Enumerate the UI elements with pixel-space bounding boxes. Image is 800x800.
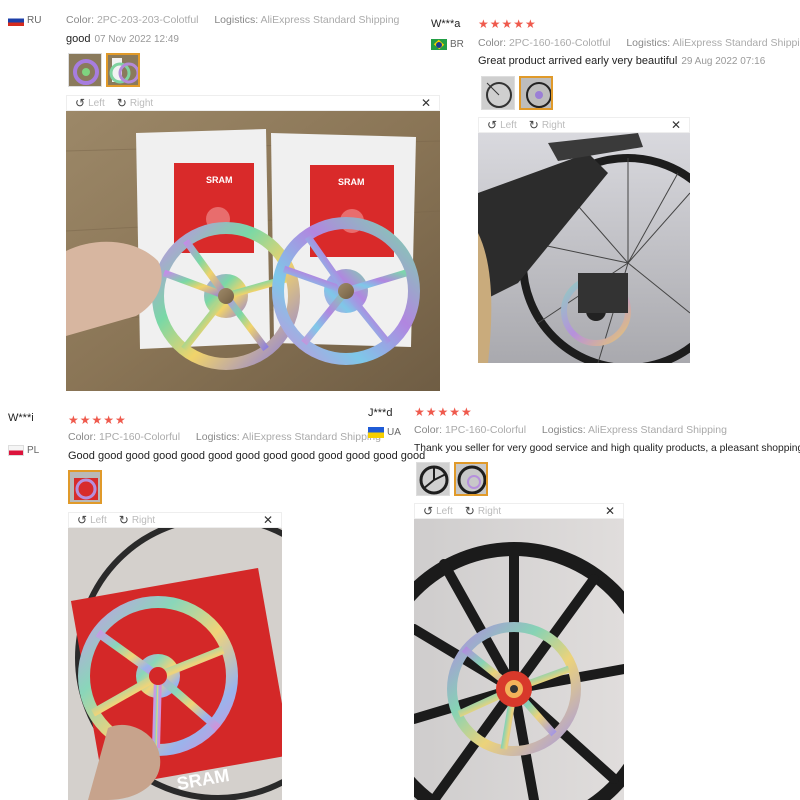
rotate-left-button[interactable]: ↺ Left (77, 514, 107, 526)
review-3-viewer-toolbar: ↺ Left ↻ Right ✕ (68, 512, 282, 528)
review-4-photo (414, 519, 624, 800)
review-4-username: J***d (368, 407, 393, 419)
review-3-username: W***i (8, 412, 34, 424)
review-1-photo: SRAM SRAM (66, 111, 440, 391)
rotate-left-button[interactable]: ↺ Left (75, 97, 105, 109)
rotate-left-icon: ↺ (77, 513, 88, 527)
review-3-thumbnails (68, 470, 102, 504)
close-viewer-button[interactable]: ✕ (263, 513, 273, 527)
review-2-color: 2PC-160-160-Colotful (508, 37, 611, 49)
review-4-color: 1PC-160-Colorful (444, 424, 527, 436)
sram-logo-1: SRAM (206, 175, 233, 185)
review-2-country: BR (431, 39, 464, 50)
ukraine-flag-icon (368, 427, 384, 438)
review-1-thumbnail-2[interactable] (106, 53, 140, 87)
close-viewer-button[interactable]: ✕ (421, 96, 431, 110)
rotate-right-icon: ↻ (464, 504, 475, 518)
review-4-text: Thank you seller for very good service a… (414, 443, 800, 454)
review-4-rating-stars: ★★★★★ (414, 405, 473, 419)
review-4-logistics: AliExpress Standard Shipping (588, 424, 727, 436)
review-4-thumbnail-2[interactable] (454, 462, 488, 496)
review-2-thumbnail-1[interactable] (481, 76, 515, 110)
review-3-rating-stars: ★★★★★ (68, 413, 127, 427)
rotate-right-button[interactable]: ↻ Right (465, 505, 501, 517)
review-1-thumbnail-1[interactable] (68, 53, 102, 87)
rotate-right-icon: ↻ (118, 513, 129, 527)
review-2-thumbnails (481, 76, 553, 110)
review-2-date: 29 Aug 2022 07:16 (681, 56, 766, 67)
review-1-meta: Color: 2PC-203-203-Colotful Logistics: A… (66, 14, 400, 26)
review-2-photo (478, 133, 690, 363)
rotate-right-button[interactable]: ↻ Right (529, 119, 565, 131)
rotate-right-button[interactable]: ↻ Right (117, 97, 153, 109)
review-4-thumbnail-1[interactable] (416, 462, 450, 496)
review-2-logistics: AliExpress Standard Shipping (672, 37, 800, 49)
rotate-right-icon: ↻ (116, 96, 127, 110)
review-3-logistics: AliExpress Standard Shipping (242, 431, 381, 443)
review-1-viewer-toolbar: ↺ Left ↻ Right ✕ (66, 95, 440, 111)
brazil-flag-icon (431, 39, 447, 50)
review-2-text: Great product arrived early very beautif… (478, 55, 766, 67)
review-2-username: W***a (431, 18, 461, 30)
rotate-right-button[interactable]: ↻ Right (119, 514, 155, 526)
close-viewer-button[interactable]: ✕ (671, 118, 681, 132)
poland-flag-icon (8, 445, 24, 456)
rotate-right-icon: ↻ (528, 118, 539, 132)
rotate-left-icon: ↺ (487, 118, 498, 132)
review-1-text: good 07 Nov 2022 12:49 (66, 33, 179, 45)
review-3-thumbnail-1[interactable] (68, 470, 102, 504)
review-2-viewer-toolbar: ↺ Left ↻ Right ✕ (478, 117, 690, 133)
review-2-meta: Color: 2PC-160-160-Colotful Logistics: A… (478, 37, 800, 49)
review-4-viewer-toolbar: ↺ Left ↻ Right ✕ (414, 503, 624, 519)
review-1-date: 07 Nov 2022 12:49 (94, 34, 179, 45)
review-3-text: Good good good good good good good good … (68, 450, 426, 462)
rotate-left-button[interactable]: ↺ Left (487, 119, 517, 131)
review-1-country: RU (8, 15, 41, 26)
review-3-photo: SRAM (68, 528, 282, 800)
rotate-left-icon: ↺ (75, 96, 86, 110)
review-3-color: 1PC-160-Colorful (98, 431, 181, 443)
review-2-rating-stars: ★★★★★ (478, 17, 537, 31)
review-3-country: PL (8, 445, 39, 456)
review-4-meta: Color: 1PC-160-Colorful Logistics: AliEx… (414, 424, 727, 436)
review-1-logistics: AliExpress Standard Shipping (260, 14, 400, 26)
close-viewer-button[interactable]: ✕ (605, 504, 615, 518)
russia-flag-icon (8, 15, 24, 26)
rotate-left-button[interactable]: ↺ Left (423, 505, 453, 517)
sram-logo-2: SRAM (338, 177, 365, 187)
rotate-left-icon: ↺ (423, 504, 434, 518)
review-4-thumbnails (416, 462, 488, 496)
review-2-thumbnail-2[interactable] (519, 76, 553, 110)
review-3-meta: Color: 1PC-160-Colorful Logistics: AliEx… (68, 431, 381, 443)
review-1-color: 2PC-203-203-Colotful (96, 14, 199, 26)
review-1-thumbnails (68, 53, 140, 87)
review-4-country: UA (368, 427, 401, 438)
